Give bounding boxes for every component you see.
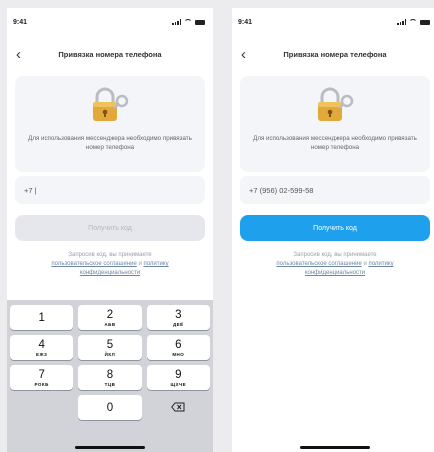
status-bar: 9:41 xyxy=(232,17,434,29)
terms-prefix: Запросив код, вы принимаете xyxy=(68,252,152,258)
home-indicator xyxy=(75,446,145,449)
phone-screen-left: 9:41 ‹ Привязка номера телефона Для испо… xyxy=(7,8,213,452)
screens-canvas: 9:41 ‹ Привязка номера телефона Для испо… xyxy=(0,0,434,452)
wifi-icon xyxy=(184,19,192,25)
get-code-button[interactable]: Получить код xyxy=(240,215,430,241)
info-card: Для использования мессенджера необходимо… xyxy=(240,76,430,172)
status-bar: 9:41 xyxy=(7,17,213,29)
battery-icon xyxy=(195,19,205,25)
battery-icon xyxy=(420,19,430,25)
status-time: 9:41 xyxy=(238,19,253,26)
padlock-key-icon xyxy=(318,87,354,121)
phone-screen-right: 9:41 ‹ Привязка номера телефона Для испо… xyxy=(232,8,434,452)
phone-number-input[interactable] xyxy=(240,176,430,204)
padlock-key-icon xyxy=(93,87,129,121)
terms-text: Запросив код, вы принимаете пользователь… xyxy=(27,251,193,278)
signal-icon xyxy=(172,19,181,25)
phone-number-input[interactable] xyxy=(15,176,205,204)
page-title: Привязка номера телефона xyxy=(283,50,387,59)
nav-header: ‹ Привязка номера телефона xyxy=(7,46,213,66)
page-title: Привязка номера телефона xyxy=(58,50,162,59)
info-text: Для использования мессенджера необходимо… xyxy=(253,135,417,151)
key-2[interactable]: 2 АБВ xyxy=(78,305,142,330)
key-7[interactable]: 7 РОКБ xyxy=(10,365,74,390)
signal-icon xyxy=(397,19,406,25)
phone-input-container xyxy=(240,176,430,204)
status-time: 9:41 xyxy=(13,19,28,26)
backspace-icon xyxy=(171,402,185,412)
key-0[interactable]: 0 xyxy=(78,395,142,420)
terms-prefix: Запросив код, вы принимаете xyxy=(293,252,377,258)
user-agreement-link[interactable]: пользовательское соглашение xyxy=(51,261,136,267)
key-3[interactable]: 3 ДЕЁ xyxy=(146,305,210,330)
phone-input-container xyxy=(15,176,205,204)
key-5[interactable]: 5 ЙКЛ xyxy=(78,335,142,360)
info-card: Для использования мессенджера необходимо… xyxy=(15,76,205,172)
terms-text: Запросив код, вы принимаете пользователь… xyxy=(252,251,418,278)
key-9[interactable]: 9 ЩХЧЕ xyxy=(146,365,210,390)
wifi-icon xyxy=(409,19,417,25)
home-indicator xyxy=(300,446,370,449)
info-text: Для использования мессенджера необходимо… xyxy=(28,135,192,151)
key-blank xyxy=(10,395,73,420)
nav-header: ‹ Привязка номера телефона xyxy=(232,46,434,66)
get-code-button[interactable]: Получить код xyxy=(15,215,205,241)
key-1[interactable]: 1 xyxy=(10,305,74,330)
numeric-keypad: 1 2 АБВ 3 ДЕЁ 4 ЕЖЗ 5 ЙКЛ 6 МНО 7 РОКБ 8 ТЦВ 9Щ… xyxy=(7,300,213,452)
key-8[interactable]: 8 ТЦВ xyxy=(78,365,142,390)
key-4[interactable]: 4 ЕЖЗ xyxy=(10,335,74,360)
backspace-key[interactable] xyxy=(147,395,210,420)
user-agreement-link[interactable]: пользовательское соглашение xyxy=(276,261,361,267)
key-6[interactable]: 6 МНО xyxy=(146,335,210,360)
